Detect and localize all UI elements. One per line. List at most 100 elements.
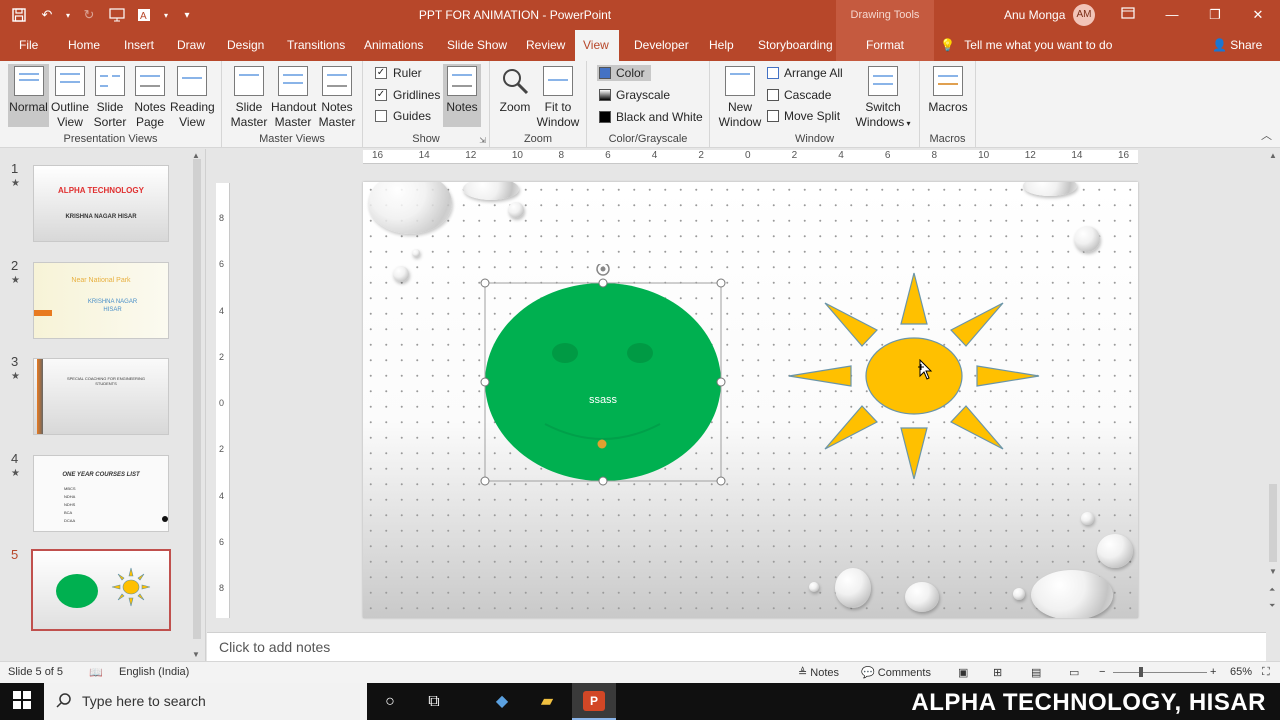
face-ellipse[interactable] — [485, 283, 721, 481]
taskbar-search-input[interactable]: Type here to search — [44, 683, 367, 720]
current-slide[interactable]: ssass — [363, 182, 1138, 618]
horizontal-ruler[interactable]: 16 14 12 10 8 6 4 2 0 2 4 6 8 10 12 14 16 — [363, 150, 1138, 164]
notes-placeholder[interactable]: Click to add notes — [219, 639, 330, 655]
color-button[interactable]: Color — [597, 65, 651, 81]
slide-scrollbar[interactable]: ▲ ▼ ⏶ ⏷ — [1266, 149, 1280, 632]
notes-toggle-button[interactable]: Notes — [443, 64, 481, 127]
slide-master-button[interactable]: Slide Master — [227, 64, 271, 130]
notes-page-button[interactable]: Notes Page — [131, 64, 169, 130]
notes-master-button[interactable]: Notes Master — [315, 64, 359, 130]
tell-me-box[interactable]: 💡 Tell me what you want to do — [940, 38, 1112, 52]
tab-transitions[interactable]: Transitions — [279, 30, 353, 61]
gridlines-checkbox[interactable]: ✓ Gridlines — [375, 88, 440, 102]
vertical-ruler[interactable]: 8 6 4 2 0 2 4 6 8 — [216, 183, 230, 618]
reading-view-status-icon[interactable]: ▤ — [1031, 666, 1041, 679]
show-dialog-launcher-icon[interactable]: ⇲ — [479, 136, 486, 145]
outline-view-button[interactable]: Outline View — [50, 64, 90, 130]
tab-design[interactable]: Design — [219, 30, 272, 61]
slide-thumbnail-5[interactable] — [31, 549, 171, 631]
tab-review[interactable]: Review — [518, 30, 573, 61]
tab-view[interactable]: View — [575, 30, 619, 61]
close-icon[interactable]: ✕ — [1247, 4, 1269, 26]
slide-sorter-button[interactable]: Slide Sorter — [91, 64, 129, 130]
slide-thumbnail-1[interactable]: ALPHA TECHNOLOGY KRISHNA NAGAR HISAR — [33, 165, 169, 242]
normal-view-status-icon[interactable]: ▣ — [958, 666, 968, 679]
scroll-down-icon[interactable]: ▼ — [192, 650, 200, 659]
zoom-in-icon[interactable]: + — [1210, 666, 1216, 678]
zoom-out-icon[interactable]: − — [1099, 666, 1105, 678]
zoom-slider[interactable] — [1113, 667, 1207, 677]
tab-draw[interactable]: Draw — [169, 30, 213, 61]
switch-windows-button[interactable]: Switch Windows ▾ — [854, 64, 912, 131]
handout-master-button[interactable]: Handout Master — [271, 64, 316, 130]
group-master-views: Slide Master Handout Master Notes Master… — [222, 61, 363, 148]
slideshow-status-icon[interactable]: ▭ — [1069, 666, 1079, 679]
fit-to-window-icon — [543, 66, 573, 96]
new-window-button[interactable]: New Window — [718, 64, 762, 130]
scrollbar-thumb[interactable] — [1269, 484, 1277, 562]
app-icon[interactable]: ◆ — [491, 691, 513, 713]
windows-start-icon[interactable] — [11, 691, 33, 713]
face-text[interactable]: ssass — [573, 394, 633, 406]
smiley-face-shape[interactable] — [480, 264, 730, 486]
ruler-tick-label: 14 — [1071, 150, 1083, 161]
macros-button[interactable]: Macros — [927, 64, 969, 115]
scroll-down-icon[interactable]: ▼ — [1269, 567, 1277, 576]
powerpoint-taskbar-button[interactable]: P — [572, 683, 616, 720]
file-explorer-icon[interactable]: ▰ — [536, 691, 558, 713]
next-slide-icon[interactable]: ⏷ — [1269, 601, 1275, 611]
tab-animations[interactable]: Animations — [356, 30, 431, 61]
zoom-level[interactable]: 65% — [1230, 666, 1252, 678]
guides-checkbox[interactable]: Guides — [375, 109, 431, 123]
tab-slide-show[interactable]: Slide Show — [439, 30, 515, 61]
fit-slide-icon[interactable]: ⛶ — [1262, 666, 1270, 679]
cortana-icon[interactable]: ○ — [379, 691, 401, 713]
normal-view-button[interactable]: Normal — [8, 64, 49, 127]
tab-home[interactable]: Home — [60, 30, 108, 61]
scrollbar-thumb[interactable] — [193, 159, 201, 639]
zoom-slider-thumb[interactable] — [1139, 667, 1143, 677]
slide-sorter-status-icon[interactable]: ⊞ — [993, 666, 1002, 679]
tab-developer[interactable]: Developer — [626, 30, 697, 61]
water-drop — [463, 182, 519, 200]
move-split-button[interactable]: Move Split — [767, 109, 840, 123]
tab-storyboarding[interactable]: Storyboarding — [750, 30, 841, 61]
sun-shape[interactable] — [788, 272, 1040, 480]
notes-pane[interactable]: Click to add notes — [207, 632, 1266, 661]
language-indicator[interactable]: English (India) — [119, 666, 189, 678]
comments-status-button[interactable]: 💬 Comments — [861, 666, 931, 679]
ruler-tick-label: 4 — [219, 490, 225, 501]
zoom-button[interactable]: Zoom — [496, 64, 534, 115]
collapse-ribbon-icon[interactable]: ︿ — [1261, 127, 1272, 143]
previous-slide-icon[interactable]: ⏶ — [1269, 585, 1275, 595]
tab-help[interactable]: Help — [701, 30, 742, 61]
grayscale-button[interactable]: Grayscale — [599, 88, 670, 102]
user-name[interactable]: Anu Monga — [1004, 8, 1065, 22]
water-drop — [809, 582, 819, 592]
task-view-icon[interactable]: ⧉ — [423, 691, 445, 713]
ruler-checkbox[interactable]: ✓ Ruler — [375, 66, 422, 80]
arrange-all-button[interactable]: Arrange All — [767, 66, 843, 80]
share-button[interactable]: 👤 Share — [1212, 38, 1262, 52]
slide-thumbnail-2[interactable]: Near National Park KRISHNA NAGAR HISAR — [33, 262, 169, 339]
rotate-handle-icon[interactable] — [596, 264, 610, 276]
ribbon-display-options-icon[interactable] — [1117, 4, 1139, 26]
thumbnail-scrollbar[interactable]: ▲ ▼ — [190, 149, 204, 661]
black-and-white-button[interactable]: Black and White — [599, 110, 703, 124]
avatar[interactable]: AM — [1073, 4, 1095, 26]
slide-thumbnail-4[interactable]: ONE YEAR COURSES LIST MBCS NDHA NDHS BCA… — [33, 455, 169, 532]
scroll-up-icon[interactable]: ▲ — [1269, 151, 1277, 160]
tab-format[interactable]: Format — [836, 30, 934, 61]
minimize-icon[interactable]: — — [1161, 4, 1183, 26]
cascade-button[interactable]: Cascade — [767, 88, 831, 102]
restore-icon[interactable]: ❐ — [1204, 4, 1226, 26]
slide-thumbnail-3[interactable]: SPECIAL COACHING FOR ENGINEERING STUDENT… — [33, 358, 169, 435]
ruler-tick-label: 0 — [219, 398, 225, 408]
tab-insert[interactable]: Insert — [116, 30, 162, 61]
adjustment-handle[interactable] — [597, 439, 607, 449]
fit-to-window-button[interactable]: Fit to Window — [536, 64, 580, 130]
tab-file[interactable]: File — [11, 30, 46, 61]
notes-status-button[interactable]: ≜ Notes — [798, 666, 839, 679]
reading-view-button[interactable]: Reading View — [170, 64, 215, 130]
spelling-icon[interactable]: 📖 — [89, 666, 103, 679]
